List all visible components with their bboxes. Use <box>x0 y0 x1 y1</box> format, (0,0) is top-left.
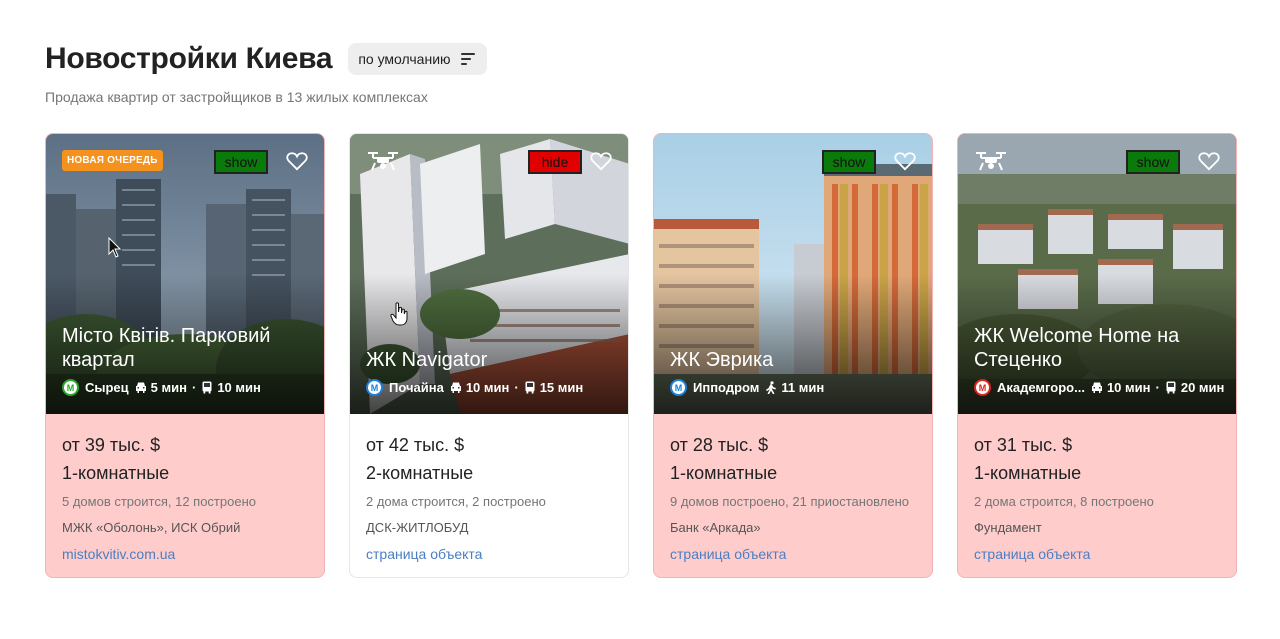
complex-card[interactable]: show ЖК Эврика M Ипподром 11 мин от 28 т… <box>653 133 933 578</box>
complex-photo[interactable]: hide ЖК Navigator M Почайна 10 мин · 15 … <box>350 134 628 414</box>
developer: ДСК-ЖИТЛОБУД <box>366 520 469 535</box>
heart-icon[interactable] <box>894 151 916 171</box>
complex-card[interactable]: hide ЖК Navigator M Почайна 10 мин · 15 … <box>349 133 629 578</box>
metro-station: Академгоро... <box>997 380 1085 395</box>
rooms: 1-комнатные <box>62 463 170 483</box>
construction-status: 2 дома строится, 2 построено <box>366 494 546 509</box>
complex-name[interactable]: ЖК Navigator <box>366 348 614 372</box>
show-button[interactable]: show <box>1126 150 1180 174</box>
construction-status: 9 домов построено, 21 приостановлено <box>670 494 910 509</box>
complex-name[interactable]: ЖК Эврика <box>670 348 918 372</box>
heart-icon[interactable] <box>1198 151 1220 171</box>
page-title: Новостройки Киева <box>45 42 333 75</box>
complex-card[interactable]: show ЖК Welcome Home на Стеценко M Акаде… <box>957 133 1237 578</box>
transit-time: 11 мин <box>781 380 825 395</box>
complex-link[interactable]: страница объекта <box>974 546 1220 563</box>
developer: МЖК «Оболонь», ИСК Обрий <box>62 520 241 535</box>
drone-icon <box>368 152 398 171</box>
complex-name[interactable]: ЖК Welcome Home на Стеценко <box>974 324 1222 372</box>
page-header: Новостройки Киева по умолчанию <box>45 42 487 76</box>
card-info: от 28 тыс. $ 1-комнатные 9 домов построе… <box>654 414 932 563</box>
complex-photo[interactable]: show ЖК Эврика M Ипподром 11 мин <box>654 134 932 414</box>
transit-time: 20 мин <box>1180 380 1225 395</box>
complex-card[interactable]: НОВАЯ ОЧЕРЕДЬ show Місто Квітів. Паркови… <box>45 133 325 578</box>
new-phase-badge: НОВАЯ ОЧЕРЕДЬ <box>62 150 163 171</box>
transit-time: 10 мин <box>465 380 510 395</box>
page-subtitle: Продажа квартир от застройщиков в 13 жил… <box>45 89 428 105</box>
show-button[interactable]: show <box>822 150 876 174</box>
bus-icon <box>1166 381 1176 394</box>
metro-icon: M <box>366 379 383 396</box>
complex-link[interactable]: страница объекта <box>366 546 612 563</box>
complex-link[interactable]: страница объекта <box>670 546 916 563</box>
price: от 28 тыс. $ <box>670 435 769 455</box>
construction-status: 5 домов строится, 12 построено <box>62 494 256 509</box>
transit-info: M Академгоро... 10 мин · 20 мин <box>974 379 1224 396</box>
sort-icon <box>460 53 475 65</box>
rooms: 1-комнатные <box>670 463 778 483</box>
sort-label: по умолчанию <box>358 51 451 67</box>
metro-station: Ипподром <box>693 380 760 395</box>
show-button[interactable]: show <box>214 150 268 174</box>
complex-link[interactable]: mistokvitiv.com.ua <box>62 546 308 563</box>
separator: · <box>1155 380 1160 395</box>
rooms: 2-комнатные <box>366 463 474 483</box>
metro-station: Сырец <box>85 380 129 395</box>
separator: · <box>191 380 197 395</box>
metro-icon: M <box>974 379 991 396</box>
developer: Фундамент <box>974 520 1042 535</box>
card-list: НОВАЯ ОЧЕРЕДЬ show Місто Квітів. Паркови… <box>45 133 1237 578</box>
heart-icon[interactable] <box>286 151 308 171</box>
walk-icon <box>766 381 777 394</box>
metro-station: Почайна <box>389 380 444 395</box>
transit-time: 5 мин <box>150 380 187 395</box>
price: от 42 тыс. $ <box>366 435 465 455</box>
developer: Банк «Аркада» <box>670 520 761 535</box>
transit-time: 10 мин <box>217 380 261 395</box>
heart-icon[interactable] <box>590 151 612 171</box>
hide-button[interactable]: hide <box>528 150 582 174</box>
metro-icon: M <box>62 379 79 396</box>
complex-name[interactable]: Місто Квітів. Парковий квартал <box>62 324 310 372</box>
drone-icon <box>976 152 1006 171</box>
transit-time: 15 мин <box>539 380 584 395</box>
sort-button[interactable]: по умолчанию <box>348 43 487 75</box>
metro-icon: M <box>670 379 687 396</box>
complex-photo[interactable]: show ЖК Welcome Home на Стеценко M Акаде… <box>958 134 1236 414</box>
separator: · <box>514 380 519 395</box>
card-info: от 39 тыс. $ 1-комнатные 5 домов строитс… <box>46 414 324 563</box>
price: от 31 тыс. $ <box>974 435 1073 455</box>
rooms: 1-комнатные <box>974 463 1082 483</box>
construction-status: 2 дома строится, 8 построено <box>974 494 1154 509</box>
car-icon <box>135 382 146 393</box>
transit-info: M Почайна 10 мин · 15 мин <box>366 379 583 396</box>
transit-info: M Сырец 5 мин · 10 мин <box>62 379 261 396</box>
complex-photo[interactable]: НОВАЯ ОЧЕРЕДЬ show Місто Квітів. Паркови… <box>46 134 324 414</box>
car-icon <box>450 382 461 393</box>
transit-time: 10 мин <box>1106 380 1151 395</box>
car-icon <box>1091 382 1102 393</box>
bus-icon <box>525 381 535 394</box>
card-info: от 42 тыс. $ 2-комнатные 2 дома строится… <box>350 414 628 563</box>
price: от 39 тыс. $ <box>62 435 161 455</box>
bus-icon <box>202 381 212 394</box>
transit-info: M Ипподром 11 мин <box>670 379 824 396</box>
card-info: от 31 тыс. $ 1-комнатные 2 дома строится… <box>958 414 1236 563</box>
